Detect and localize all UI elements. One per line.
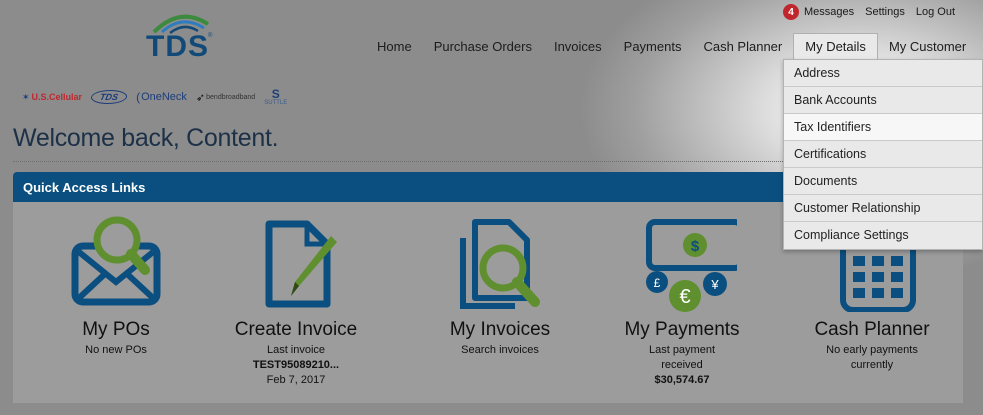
suttle-s-icon: S — [271, 87, 280, 101]
nav-my-details[interactable]: My Details — [793, 33, 878, 59]
nav-cash-planner[interactable]: Cash Planner — [692, 33, 793, 59]
currency-icon: $ £ € ¥ — [627, 212, 744, 312]
card-sub-line: Last payment — [648, 344, 716, 356]
us-cellular-logo: ✶ U.S.Cellular — [22, 92, 82, 103]
menu-item-compliance-settings[interactable]: Compliance Settings — [784, 222, 982, 249]
my-invoices-card[interactable]: My Invoices Search invoices — [425, 212, 575, 358]
us-cellular-text: U.S.Cellular — [31, 92, 83, 102]
card-sub-line: No early payments — [826, 344, 918, 356]
settings-link[interactable]: Settings — [865, 6, 905, 18]
card-title: My Payments — [624, 319, 740, 340]
welcome-heading: Welcome back, Content. — [13, 124, 279, 152]
tds-logo[interactable]: TDS ® — [146, 12, 216, 63]
card-sub-line: Last invoice — [266, 344, 326, 356]
card-title: My POs — [82, 319, 150, 340]
dollar-glyph: $ — [691, 238, 700, 255]
brand-logos: ✶ U.S.Cellular TDS ( OneNeck ➶ bendbroad… — [22, 88, 296, 106]
card-subtext: Last payment received $30,574.67 — [607, 343, 757, 388]
logout-link[interactable]: Log Out — [916, 6, 955, 18]
messages-count-badge[interactable]: 4 — [782, 4, 799, 20]
page: TDS ® 4 Messages Settings Log Out Home P… — [0, 0, 983, 415]
divider — [13, 161, 783, 162]
card-title: My Invoices — [449, 319, 551, 340]
card-sub-line: $30,574.67 — [654, 374, 710, 386]
document-search-icon — [445, 212, 555, 312]
envelope-search-icon — [61, 212, 171, 312]
euro-glyph: € — [679, 286, 690, 308]
nav-my-customer[interactable]: My Customer — [878, 33, 977, 59]
card-subtext: Last invoice TEST95089210... Feb 7, 2017 — [221, 343, 371, 388]
my-pos-card[interactable]: My POs No new POs — [41, 212, 191, 358]
logo-registered: ® — [208, 33, 213, 39]
pound-glyph: £ — [654, 276, 661, 290]
card-sub-line: currently — [850, 359, 894, 371]
card-sub-line: TEST95089210... — [252, 359, 340, 371]
card-subtext: Search invoices — [461, 344, 539, 356]
bird-icon: ➶ — [195, 91, 206, 104]
star-icon: ✶ — [22, 91, 30, 102]
create-invoice-card[interactable]: Create Invoice Last invoice TEST95089210… — [221, 212, 371, 388]
menu-item-tax-identifiers[interactable]: Tax Identifiers — [784, 114, 982, 141]
bendbroadband-text: bendbroadband — [206, 93, 256, 101]
messages-link[interactable]: Messages — [804, 6, 854, 18]
oneneck-text: OneNeck — [141, 91, 187, 103]
card-subtext: No new POs — [85, 344, 147, 356]
logo-text: TDS — [146, 30, 209, 63]
menu-item-address[interactable]: Address — [784, 60, 982, 87]
my-payments-card[interactable]: $ £ € ¥ My Payments Last payment receive… — [607, 212, 757, 388]
main-nav: Home Purchase Orders Invoices Payments C… — [366, 33, 977, 59]
menu-item-bank-accounts[interactable]: Bank Accounts — [784, 87, 982, 114]
nav-invoices[interactable]: Invoices — [543, 33, 613, 59]
utility-bar: 4 Messages Settings Log Out — [782, 4, 955, 20]
menu-item-documents[interactable]: Documents — [784, 168, 982, 195]
nav-payments[interactable]: Payments — [613, 33, 693, 59]
card-title: Cash Planner — [814, 319, 930, 340]
menu-item-customer-relationship[interactable]: Customer Relationship — [784, 195, 982, 222]
menu-item-certifications[interactable]: Certifications — [784, 141, 982, 168]
card-subtext: No early payments currently — [797, 343, 947, 373]
bendbroadband-logo: ➶ bendbroadband — [196, 91, 255, 104]
oneneck-logo: ( OneNeck — [136, 90, 187, 104]
yen-glyph: ¥ — [710, 277, 719, 292]
card-sub-line: Feb 7, 2017 — [266, 374, 326, 386]
suttle-logo: S SUTTLE — [264, 88, 287, 106]
suttle-text: SUTTLE — [264, 100, 288, 106]
nav-purchase-orders[interactable]: Purchase Orders — [423, 33, 543, 59]
document-pencil-icon — [241, 212, 351, 312]
oneneck-circle-icon: ( — [136, 90, 141, 104]
tds-small-logo: TDS — [89, 90, 129, 104]
my-details-dropdown: Address Bank Accounts Tax Identifiers Ce… — [783, 59, 983, 250]
card-title: Create Invoice — [234, 319, 358, 340]
nav-home[interactable]: Home — [366, 33, 423, 59]
card-sub-line: received — [661, 359, 703, 371]
